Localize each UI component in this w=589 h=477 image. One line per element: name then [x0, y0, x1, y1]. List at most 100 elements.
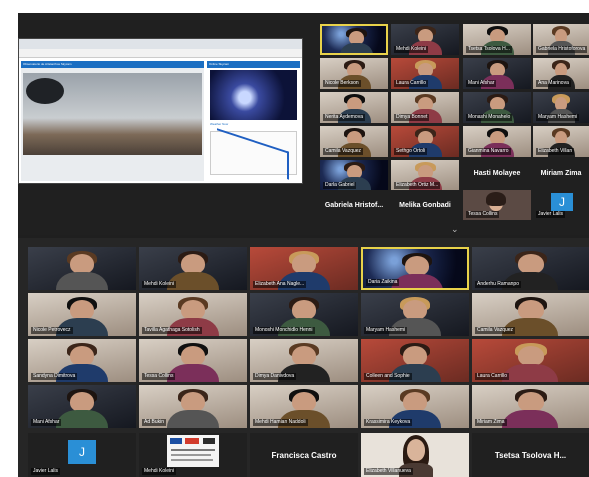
- bottom-video-tile[interactable]: Sandyna Dimitrova: [28, 339, 136, 382]
- top-video-tile[interactable]: Maryam Hashemi: [533, 92, 589, 123]
- shared-screen: Observatorio de Aristarchos Skycam Onlin…: [18, 38, 303, 184]
- top-video-tile[interactable]: Monashi Monahelo: [463, 92, 531, 123]
- bottom-video-tile[interactable]: Mehdi Hamian Naddoli: [250, 385, 358, 428]
- weather-now-label: Weather Now: [210, 122, 229, 126]
- bottom-video-tile[interactable]: Mani Afshar: [28, 385, 136, 428]
- participant-name: Mehdi Koleini: [142, 281, 177, 288]
- participant-name: Krassimira Keykova: [364, 419, 413, 426]
- online-skycam-title: Online Skycam: [207, 61, 300, 68]
- participant-name: Tavilla Agathaga Sotolish: [142, 327, 202, 334]
- name-tile-hasti[interactable]: Hasti Molayee: [463, 158, 531, 188]
- sky-image: [210, 70, 297, 120]
- chevron-down-icon[interactable]: ⌄: [451, 224, 459, 235]
- avatar: J: [551, 193, 573, 211]
- bottom-video-tile[interactable]: Ad Bukin: [139, 385, 247, 428]
- bottom-video-tile[interactable]: [28, 247, 136, 290]
- top-video-tile[interactable]: [320, 24, 388, 55]
- bottom-video-tile[interactable]: Laura Carrillo: [472, 339, 589, 382]
- participant-name: Mehdi Koleini: [394, 46, 429, 53]
- video-tile-javier-top[interactable]: J Javier Lalis: [533, 190, 589, 220]
- participant-name: Camila Vazquez: [475, 327, 516, 334]
- participant-name: Tessa Collins: [466, 211, 500, 218]
- skycam-panel: Observatorio de Aristarchos Skycam: [21, 61, 204, 181]
- participant-name: Javier Lalis: [31, 468, 61, 475]
- participant-name: Ad Bukin: [142, 419, 167, 426]
- skycam-image: [23, 73, 202, 155]
- participant-name: Miriam Zima: [475, 419, 507, 426]
- name-tile-gabriela[interactable]: Gabriela Hristof...: [320, 190, 388, 220]
- participant-name: Tsetsa Tsolova H...: [466, 46, 512, 53]
- participant-name: Mehdi Koleini: [142, 468, 177, 475]
- participant-name: Anderhu Ramanpo: [475, 281, 521, 288]
- top-video-tile[interactable]: Nicole Berkson: [320, 58, 388, 89]
- bottom-video-tile[interactable]: Mehdi Koleini: [139, 247, 247, 290]
- participant-name: Monashi Monahelo: [466, 114, 513, 121]
- top-video-tile[interactable]: Tsetsa Tsolova H...: [463, 24, 531, 55]
- browser-tabs[interactable]: [19, 39, 302, 49]
- top-video-tile[interactable]: Elizabeth Villan: [533, 126, 589, 157]
- participant-name: Sethgo Ortoli: [394, 148, 428, 155]
- participant-name: Elizabeth Villan: [536, 148, 575, 155]
- participant-name: Dimya Danivdova: [253, 373, 297, 380]
- participant-name: Sandyna Dimitrova: [31, 373, 78, 380]
- bottom-video-tile[interactable]: Colleen and Sophie: [361, 339, 469, 382]
- video-tile-elizabeth[interactable]: Elizabeth Villanueva: [361, 433, 469, 477]
- participant-name: Laura Carrillo: [394, 80, 429, 87]
- bottom-video-tile[interactable]: Miriam Zima: [472, 385, 589, 428]
- participant-name: Daria Zaikina: [366, 279, 400, 286]
- participant-name: Gabriela Hristoforova: [536, 46, 588, 53]
- participant-name: Laura Carrillo: [475, 373, 510, 380]
- participant-name: Mani Afshar: [31, 419, 62, 426]
- top-video-tile[interactable]: Elizabeth Ortiz M...: [391, 160, 459, 191]
- top-video-tile[interactable]: Gianmina Navarro: [463, 126, 531, 157]
- participant-name: Elizabeth Villanueva: [364, 468, 413, 475]
- participant-name: Javier Lalis: [536, 211, 566, 218]
- bottom-video-tile[interactable]: Anderhu Ramanpo: [472, 247, 589, 290]
- participant-name: Mani Afshar: [466, 80, 497, 87]
- participant-name: Gianmina Navarro: [466, 148, 511, 155]
- top-video-tile[interactable]: Mehdi Koleini: [391, 24, 459, 55]
- bottom-video-tile[interactable]: Maryam Hashemi: [361, 293, 469, 336]
- participant-name: Colleen and Sophie: [364, 373, 412, 380]
- participant-name: Nerita Aydemova: [323, 114, 365, 121]
- top-video-tile[interactable]: Camila Vazquez: [320, 126, 388, 157]
- name-tile-melika[interactable]: Melika Gonbadi: [391, 190, 459, 220]
- address-bar[interactable]: [19, 49, 302, 58]
- bottom-video-tile[interactable]: Tavilla Agathaga Sotolish: [139, 293, 247, 336]
- bottom-video-tile[interactable]: Camila Vazquez: [472, 293, 589, 336]
- top-video-tile[interactable]: Mani Afshar: [463, 58, 531, 89]
- bottom-video-tile[interactable]: Dimya Danivdova: [250, 339, 358, 382]
- avatar: J: [68, 440, 96, 464]
- video-tile-javier[interactable]: J Javier Lalis: [28, 433, 136, 477]
- bottom-video-tile[interactable]: Nicole Petrovecz: [28, 293, 136, 336]
- participant-name: Dimya Bonnet: [394, 114, 430, 121]
- name-tile-francisca[interactable]: Francisca Castro: [250, 433, 358, 477]
- bottom-video-tile[interactable]: Monoshi Monchidlo Henni: [250, 293, 358, 336]
- participant-name: Maryam Hashemi: [536, 114, 580, 121]
- top-video-tile[interactable]: Gabriela Hristoforova: [533, 24, 589, 55]
- bottom-video-tile[interactable]: Krassimira Keykova: [361, 385, 469, 428]
- participant-name: Darla Gabriel: [323, 182, 357, 189]
- participant-name: Camila Vazquez: [323, 148, 364, 155]
- top-video-tile[interactable]: Ana Marinova: [533, 58, 589, 89]
- bottom-video-tile[interactable]: Daria Zaikina: [361, 247, 469, 290]
- name-tile-tsetsa[interactable]: Tsetsa Tsolova H...: [472, 433, 589, 477]
- participant-name: Nicole Petrovecz: [31, 327, 73, 334]
- top-video-tile[interactable]: Dimya Bonnet: [391, 92, 459, 123]
- top-video-tile[interactable]: Laura Carrillo: [391, 58, 459, 89]
- top-video-tile[interactable]: Darla Gabriel: [320, 160, 388, 191]
- participant-name: Mehdi Hamian Naddoli: [253, 419, 308, 426]
- skycam-panel-title: Observatorio de Aristarchos Skycam: [21, 61, 204, 68]
- participant-name: Ana Marinova: [536, 80, 571, 87]
- top-video-tile[interactable]: Sethgo Ortoli: [391, 126, 459, 157]
- bottom-video-tile[interactable]: Tessa Collins: [139, 339, 247, 382]
- participant-name: Nicole Berkson: [323, 80, 361, 87]
- video-tile-poster[interactable]: Mehdi Koleini: [139, 433, 247, 477]
- top-video-tile[interactable]: Nerita Aydemova: [320, 92, 388, 123]
- participant-name: Elizabeth Ortiz M...: [394, 182, 441, 189]
- participant-name: Maryam Hashemi: [364, 327, 408, 334]
- video-tile-tessa-top[interactable]: Tessa Collins: [463, 190, 531, 220]
- participant-name: Monoshi Monchidlo Henni: [253, 327, 315, 334]
- name-tile-miriam[interactable]: Miriam Zima: [533, 158, 589, 188]
- bottom-video-tile[interactable]: Elizabeth Ana Nagle...: [250, 247, 358, 290]
